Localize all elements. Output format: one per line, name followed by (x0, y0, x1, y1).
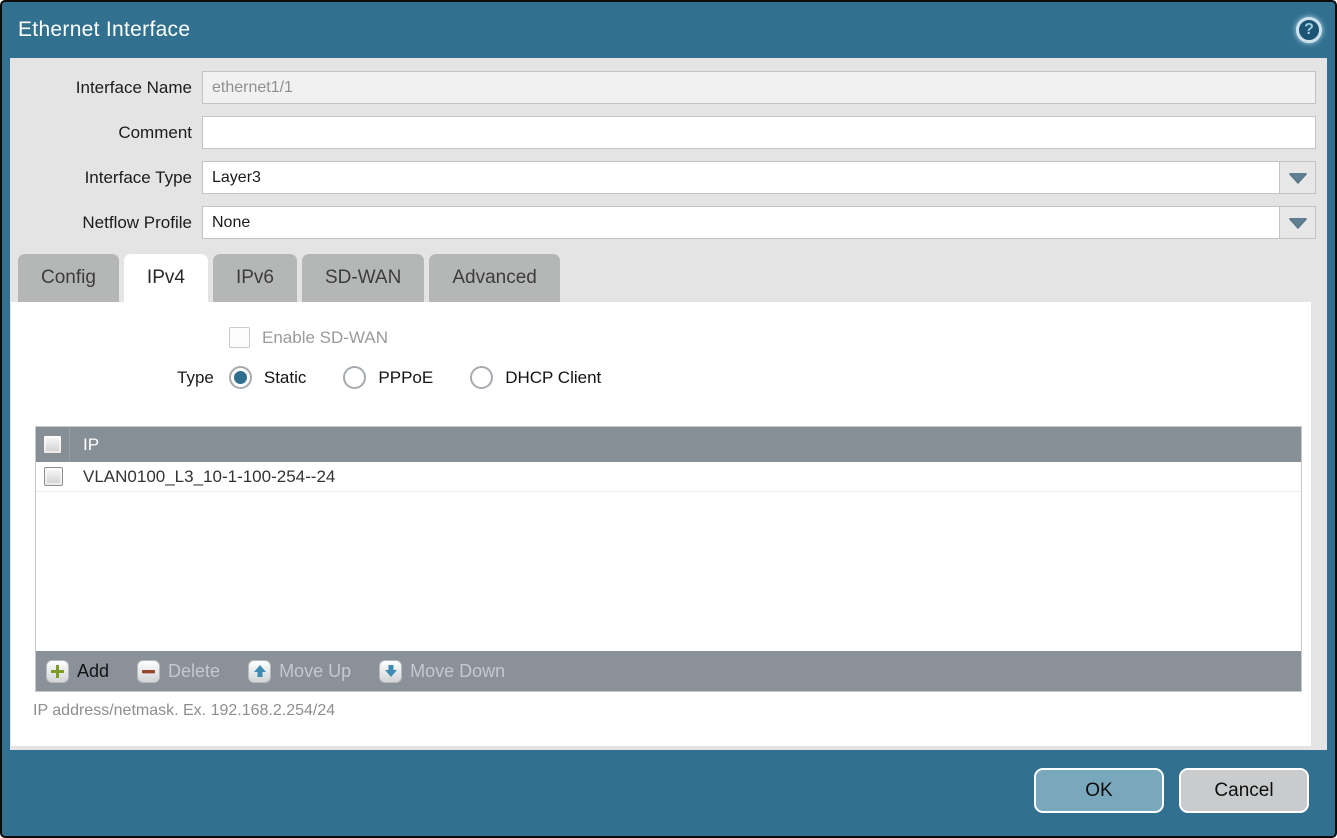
netflow-profile-dropdown-button[interactable] (1279, 206, 1316, 239)
interface-name-label: Interface Name (10, 78, 202, 98)
delete-button[interactable]: Delete (137, 660, 220, 683)
interface-type-label: Interface Type (10, 168, 202, 188)
arrow-up-icon (248, 660, 271, 683)
add-button-label: Add (77, 661, 109, 682)
enable-sdwan-checkbox[interactable] (229, 327, 250, 348)
radio-dhcp-client[interactable] (470, 366, 493, 389)
comment-row: Comment (10, 116, 1316, 149)
enable-sdwan-row: Enable SD-WAN (11, 302, 1311, 348)
radio-dot (234, 371, 247, 384)
plus-icon (46, 660, 69, 683)
netflow-profile-combo[interactable]: None (202, 206, 1316, 239)
radio-static[interactable] (229, 366, 252, 389)
interface-type-row: Interface Type Layer3 (10, 161, 1316, 194)
radio-pppoe-label[interactable]: PPPoE (378, 368, 433, 388)
netflow-profile-row: Netflow Profile None (10, 206, 1316, 239)
type-label: Type (177, 368, 214, 388)
table-row[interactable]: VLAN0100_L3_10-1-100-254--24 (36, 462, 1301, 492)
delete-button-label: Delete (168, 661, 220, 682)
tab-ipv6[interactable]: IPv6 (213, 254, 297, 302)
ip-table-body: VLAN0100_L3_10-1-100-254--24 (36, 462, 1301, 651)
tab-advanced[interactable]: Advanced (429, 254, 560, 302)
interface-name-row: Interface Name (10, 71, 1316, 104)
type-radio-group: Type Static PPPoE DHCP Client (177, 366, 1311, 389)
ip-column-header: IP (70, 435, 99, 455)
arrow-down-icon (379, 660, 402, 683)
tab-bar: Config IPv4 IPv6 SD-WAN Advanced (18, 254, 1327, 302)
tab-config[interactable]: Config (18, 254, 119, 302)
ipv4-tab-panel: Enable SD-WAN Type Static PPPoE DHCP Cli… (11, 302, 1311, 746)
tab-sdwan[interactable]: SD-WAN (302, 254, 424, 302)
minus-icon (137, 660, 160, 683)
dialog-footer: OK Cancel (1034, 768, 1309, 813)
netflow-profile-label: Netflow Profile (10, 213, 202, 233)
ip-table-header: IP (36, 427, 1301, 462)
ethernet-interface-dialog: Ethernet Interface ? Interface Name Comm… (0, 0, 1337, 838)
row-checkbox-cell (36, 462, 70, 491)
radio-pppoe[interactable] (343, 366, 366, 389)
enable-sdwan-label: Enable SD-WAN (262, 328, 388, 348)
help-icon[interactable]: ? (1296, 17, 1322, 43)
row-checkbox[interactable] (44, 467, 63, 486)
move-down-button-label: Move Down (410, 661, 505, 682)
ok-button[interactable]: OK (1034, 768, 1164, 813)
chevron-down-icon (1289, 218, 1307, 228)
move-up-button-label: Move Up (279, 661, 351, 682)
interface-type-value[interactable]: Layer3 (202, 161, 1279, 194)
ip-table: IP VLAN0100_L3_10-1-100-254--24 (35, 426, 1302, 692)
tab-ipv4[interactable]: IPv4 (124, 254, 208, 302)
comment-label: Comment (10, 123, 202, 143)
radio-dhcp-client-label[interactable]: DHCP Client (505, 368, 601, 388)
add-button[interactable]: Add (46, 660, 109, 683)
dialog-titlebar: Ethernet Interface ? (2, 2, 1335, 58)
interface-form: Interface Name Comment Interface Type La… (10, 58, 1327, 239)
dialog-content: Interface Name Comment Interface Type La… (10, 58, 1327, 750)
select-all-checkbox[interactable] (43, 435, 62, 454)
move-up-button[interactable]: Move Up (248, 660, 351, 683)
netflow-profile-value[interactable]: None (202, 206, 1279, 239)
header-checkbox-cell (36, 427, 70, 462)
table-toolbar: Add Delete Move Up (36, 651, 1301, 691)
interface-type-combo[interactable]: Layer3 (202, 161, 1316, 194)
interface-name-field (202, 71, 1316, 104)
ip-row-value[interactable]: VLAN0100_L3_10-1-100-254--24 (70, 467, 335, 487)
ip-format-hint: IP address/netmask. Ex. 192.168.2.254/24 (33, 702, 335, 720)
interface-type-dropdown-button[interactable] (1279, 161, 1316, 194)
move-down-button[interactable]: Move Down (379, 660, 505, 683)
cancel-button[interactable]: Cancel (1179, 768, 1309, 813)
comment-field[interactable] (202, 116, 1316, 149)
chevron-down-icon (1289, 173, 1307, 183)
dialog-title: Ethernet Interface (18, 18, 190, 42)
radio-static-label[interactable]: Static (264, 368, 307, 388)
